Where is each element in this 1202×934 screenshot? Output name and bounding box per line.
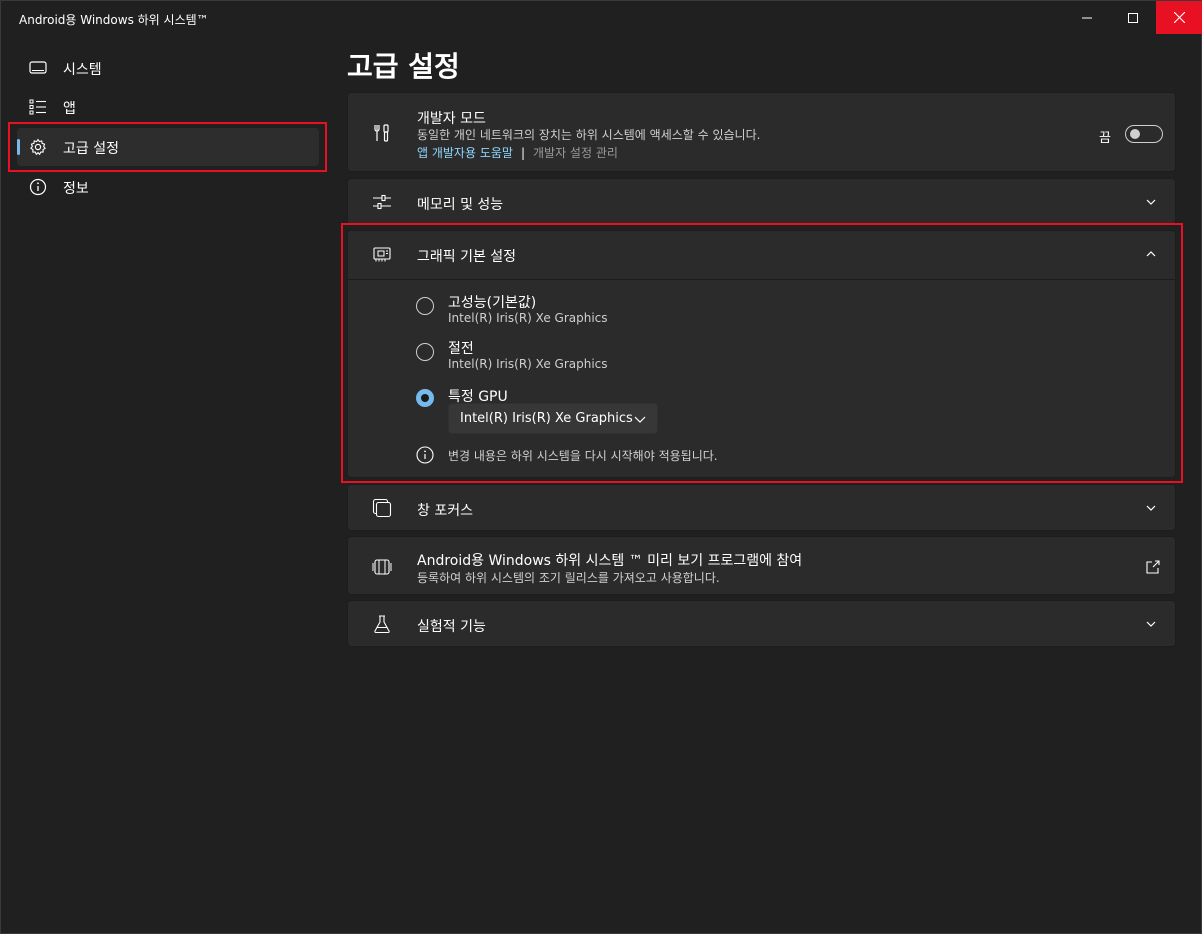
- gpu-select-value: Intel(R) Iris(R) Xe Graphics: [460, 411, 633, 426]
- chevron-down-icon: [1146, 621, 1156, 627]
- developer-mode-toggle-label: 끔: [1099, 131, 1111, 146]
- preview-program-title: Android용 Windows 하위 시스템 ™ 미리 보기 프로그램에 참여: [417, 553, 803, 569]
- close-icon: [1173, 12, 1185, 23]
- preview-program-description: 등록하여 하위 시스템의 조기 릴리스를 가져오고 사용합니다.: [417, 571, 720, 585]
- monitor-icon: [29, 61, 47, 74]
- radio-high-performance[interactable]: [416, 297, 434, 315]
- title-bar: Android용 Windows 하위 시스템™: [1, 1, 1202, 35]
- developer-mode-toggle[interactable]: [1125, 125, 1163, 143]
- minimize-button[interactable]: [1064, 1, 1110, 34]
- info-icon: [416, 446, 434, 464]
- developer-mode-card: 개발자 모드 동일한 개인 네트워크의 장치는 하위 시스템에 액세스할 수 있…: [347, 92, 1176, 172]
- close-button[interactable]: [1156, 1, 1202, 34]
- window-title: Android용 Windows 하위 시스템™: [19, 13, 209, 27]
- sidebar-item-label: 앱: [63, 101, 76, 117]
- sidebar-item-label: 시스템: [63, 62, 102, 78]
- gear-icon: [30, 138, 46, 155]
- chevron-down-icon: [1146, 199, 1156, 205]
- gpu-select-dropdown[interactable]: Intel(R) Iris(R) Xe Graphics: [448, 403, 658, 434]
- radio-dot: [421, 394, 429, 402]
- graphics-card-icon: [373, 247, 391, 262]
- app-window: Android용 Windows 하위 시스템™ 시스템 앱 고급 설정 정보 …: [0, 0, 1202, 934]
- experimental-features-title: 실험적 기능: [417, 619, 486, 635]
- experimental-features-card[interactable]: 실험적 기능: [347, 600, 1176, 647]
- window-focus-card[interactable]: 창 포커스: [347, 484, 1176, 531]
- developer-tools-icon: [374, 124, 389, 142]
- info-icon: [29, 178, 47, 196]
- sidebar-item-label: 고급 설정: [63, 141, 119, 157]
- radio-power-saving[interactable]: [416, 343, 434, 361]
- developer-links: 앱 개발자용 도움말 | 개발자 설정 관리: [417, 144, 618, 161]
- developer-mode-description: 동일한 개인 네트워크의 장치는 하위 시스템에 액세스할 수 있습니다.: [417, 128, 761, 142]
- option-power-saving-gpu: Intel(R) Iris(R) Xe Graphics: [448, 357, 608, 371]
- maximize-button[interactable]: [1110, 1, 1156, 34]
- memory-performance-card[interactable]: 메모리 및 성능: [347, 178, 1176, 225]
- sidebar-item-label: 정보: [63, 181, 89, 197]
- flask-icon: [374, 615, 390, 634]
- option-power-saving-label: 절전: [448, 341, 474, 357]
- toggle-knob: [1130, 129, 1140, 139]
- maximize-icon: [1128, 12, 1138, 23]
- graphics-preferences-title: 그래픽 기본 설정: [417, 249, 517, 265]
- restart-notice: 변경 내용은 하위 시스템을 다시 시작해야 적용됩니다.: [448, 449, 718, 463]
- sidebar-item-advanced-settings[interactable]: 고급 설정: [17, 128, 319, 166]
- option-high-performance-label: 고성능(기본값): [448, 295, 537, 311]
- sidebar-item-system[interactable]: 시스템: [17, 49, 319, 87]
- window-focus-title: 창 포커스: [417, 503, 473, 519]
- preview-program-card[interactable]: Android용 Windows 하위 시스템 ™ 미리 보기 프로그램에 참여…: [347, 536, 1176, 595]
- section-divider: [348, 279, 1175, 280]
- radio-specific-gpu[interactable]: [416, 389, 434, 407]
- developer-help-link[interactable]: 앱 개발자용 도움말: [417, 146, 513, 160]
- option-high-performance-gpu: Intel(R) Iris(R) Xe Graphics: [448, 311, 608, 325]
- preview-program-icon: [372, 559, 392, 575]
- chevron-up-icon: [1146, 251, 1156, 257]
- memory-performance-title: 메모리 및 성능: [417, 197, 504, 213]
- chevron-down-icon: [1146, 505, 1156, 511]
- graphics-preferences-card: 그래픽 기본 설정 고성능(기본값) Intel(R) Iris(R) Xe G…: [347, 230, 1176, 478]
- link-separator: |: [520, 146, 525, 160]
- minimize-icon: [1082, 17, 1092, 18]
- list-icon: [29, 99, 46, 115]
- developer-mode-title: 개발자 모드: [417, 111, 486, 127]
- chevron-down-icon: [634, 416, 646, 423]
- selection-indicator: [17, 139, 20, 155]
- graphics-preferences-header[interactable]: 그래픽 기본 설정: [348, 231, 1175, 279]
- manage-developer-settings-link[interactable]: 개발자 설정 관리: [533, 146, 618, 160]
- window-focus-icon: [372, 498, 392, 518]
- sliders-icon: [373, 194, 391, 210]
- page-title: 고급 설정: [347, 50, 460, 83]
- sidebar-item-about[interactable]: 정보: [17, 168, 319, 206]
- external-link-icon: [1146, 560, 1160, 574]
- sidebar-item-apps[interactable]: 앱: [17, 88, 319, 126]
